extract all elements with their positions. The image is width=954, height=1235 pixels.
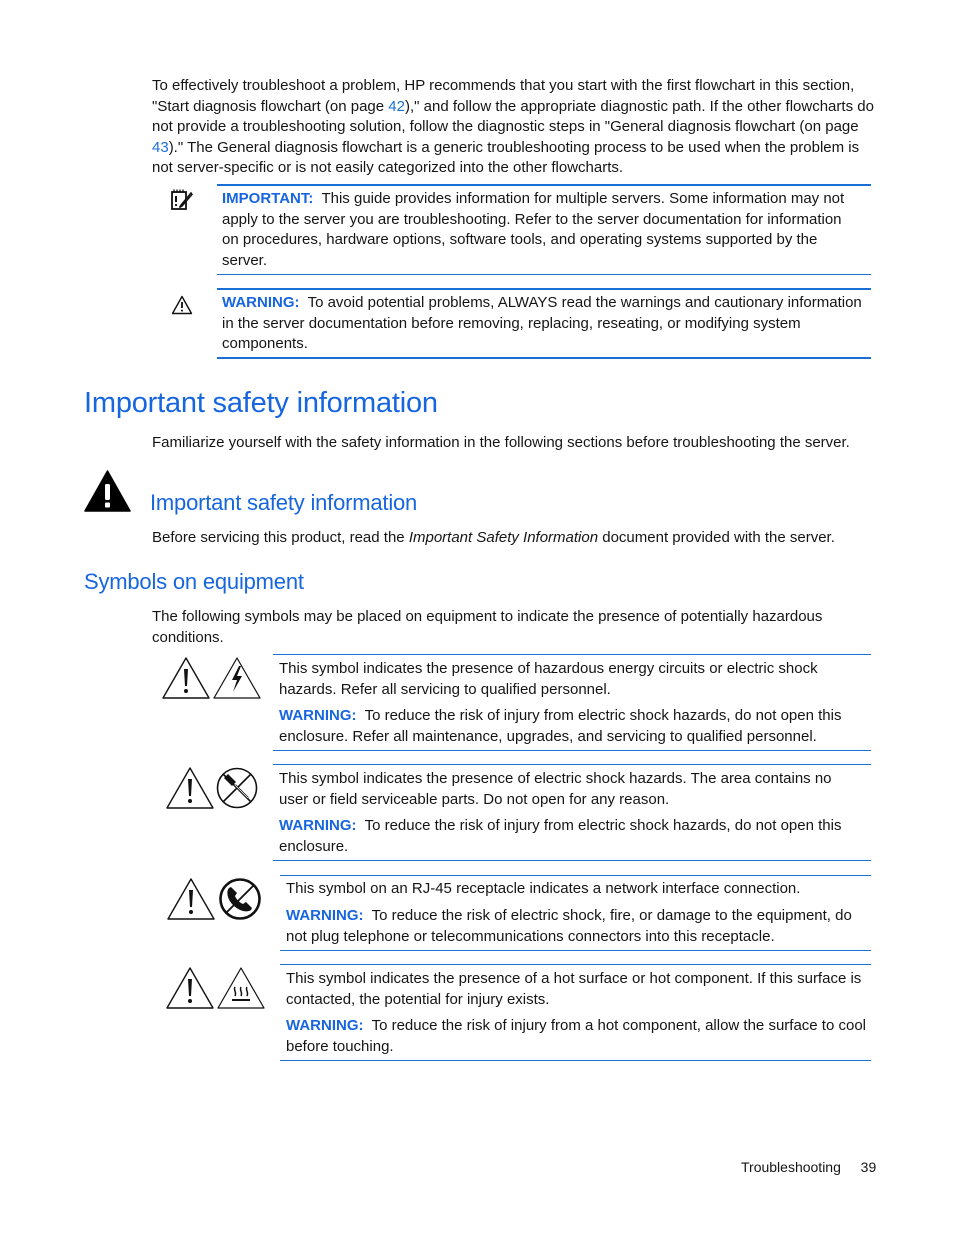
solid-warning-triangle-icon: [84, 470, 131, 512]
symbol-item-top-rule: [280, 964, 871, 965]
safety-doc-title: Important Safety Information: [408, 529, 599, 546]
symbol-description: This symbol indicates the presence of ha…: [279, 660, 818, 698]
exclamation-triangle-icon: [165, 766, 215, 810]
symbol-item-top-rule: [280, 875, 871, 876]
symbol-item-bottom-rule: [280, 950, 871, 951]
warning-text: To reduce the risk of electric shock, fi…: [286, 907, 852, 945]
important-label: IMPORTANT:: [222, 190, 314, 207]
important-body: This guide provides information for mult…: [222, 190, 845, 269]
warning-label: WARNING:: [286, 907, 364, 924]
warning-text: To reduce the risk of injury from electr…: [279, 707, 842, 745]
warning-label: WARNING:: [286, 1017, 364, 1034]
page-link-42[interactable]: 42: [388, 98, 405, 115]
warning-top-rule: [217, 288, 871, 290]
page-link-43[interactable]: 43: [152, 139, 169, 156]
exclamation-triangle-icon: [161, 656, 211, 700]
symbol-item-top-rule: [273, 654, 871, 655]
symbol-warning: WARNING: To reduce the risk of electric …: [286, 906, 866, 947]
warning-label: WARNING:: [222, 294, 300, 311]
symbol-item-top-rule: [273, 764, 871, 765]
warning-triangle-icon: [171, 295, 193, 315]
symbol-description: This symbol indicates the presence of a …: [286, 970, 862, 1008]
warning-text: To reduce the risk of injury from a hot …: [286, 1017, 866, 1055]
symbol-description: This symbol indicates the presence of el…: [279, 770, 832, 808]
warning-text: To reduce the risk of injury from electr…: [279, 817, 842, 855]
important-note-text: IMPORTANT: This guide provides informati…: [222, 189, 862, 271]
subsection-safety-text: Before servicing this product, read the …: [152, 528, 892, 549]
symbol-description: This symbol on an RJ-45 receptacle indic…: [286, 880, 801, 897]
page-footer: Troubleshooting 39: [741, 1159, 876, 1175]
note-top-rule: [217, 184, 871, 186]
warning-note-text: WARNING: To avoid potential problems, AL…: [222, 293, 862, 355]
intro-text-3: )." The General diagnosis flowchart is a…: [152, 138, 860, 177]
no-screwdriver-icon: [215, 766, 259, 810]
symbol-item-bottom-rule: [280, 1060, 871, 1061]
warning-body: To avoid potential problems, ALWAYS read…: [222, 294, 862, 352]
warning-bottom-rule: [217, 357, 871, 359]
subsection-safety-title: Important safety information: [150, 490, 418, 515]
note-bottom-rule: [217, 274, 871, 275]
exclamation-triangle-icon: [165, 966, 215, 1010]
safety-text-after: document provided with the server.: [598, 529, 835, 546]
hot-surface-triangle-icon: [216, 966, 266, 1010]
safety-text-before: Before servicing this product, read the: [152, 529, 409, 546]
section-intro: Familiarize yourself with the safety inf…: [152, 434, 850, 451]
subsection-symbols-intro: The following symbols may be placed on e…: [152, 608, 823, 646]
no-telephone-icon: [218, 877, 262, 921]
symbol-item-bottom-rule: [273, 750, 871, 751]
section-title: Important safety information: [84, 387, 438, 419]
intro-paragraph: To effectively troubleshoot a problem, H…: [152, 76, 874, 179]
symbol-warning: WARNING: To reduce the risk of injury fr…: [286, 1016, 866, 1057]
subsection-symbols-title: Symbols on equipment: [84, 569, 304, 594]
footer-page-number: 39: [860, 1159, 877, 1175]
symbol-item-bottom-rule: [273, 860, 871, 861]
warning-label: WARNING:: [279, 817, 357, 834]
lightning-triangle-icon: [212, 656, 262, 700]
symbol-warning: WARNING: To reduce the risk of injury fr…: [279, 706, 869, 747]
exclamation-triangle-icon: [166, 877, 216, 921]
footer-chapter: Troubleshooting: [741, 1159, 841, 1175]
notepad-pencil-icon: [170, 188, 194, 212]
warning-label: WARNING:: [279, 707, 357, 724]
symbol-warning: WARNING: To reduce the risk of injury fr…: [279, 816, 869, 857]
